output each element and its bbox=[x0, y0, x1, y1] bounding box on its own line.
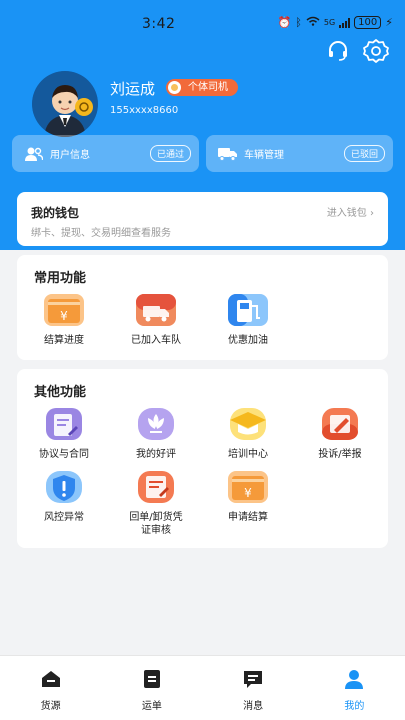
my-reviews-button[interactable]: 我的好评 bbox=[111, 406, 201, 461]
fuel-icon bbox=[226, 292, 270, 328]
user-info-card[interactable]: 用户信息 已通过 bbox=[12, 135, 199, 172]
svg-text:¥: ¥ bbox=[60, 309, 68, 323]
settlement-progress-label: 结算进度 bbox=[44, 335, 84, 346]
battery-level: 100 bbox=[354, 16, 382, 29]
wallet-card[interactable]: 我的钱包 绑卡、提现、交易明细查看服务 进入钱包 › bbox=[17, 192, 388, 246]
enter-wallet-label: 进入钱包 bbox=[326, 208, 367, 219]
discount-fuel-button[interactable]: 优惠加油 bbox=[203, 292, 293, 347]
shield-alert-icon bbox=[42, 469, 86, 505]
truck-icon bbox=[134, 292, 178, 328]
chevron-right-icon: › bbox=[370, 208, 374, 219]
avatar[interactable] bbox=[32, 71, 98, 137]
complaint-report-button[interactable]: 投诉/举报 bbox=[295, 406, 385, 461]
settlement-progress-button[interactable]: ¥ 结算进度 bbox=[19, 292, 109, 347]
user-phone: 155xxxx8660 bbox=[110, 105, 179, 116]
gear-icon[interactable] bbox=[363, 38, 389, 64]
risk-control-exception-label: 风控异常 bbox=[44, 512, 84, 523]
message-icon bbox=[242, 668, 264, 690]
vehicle-status: 已驳回 bbox=[343, 145, 385, 162]
bluetooth-icon: ᛒ bbox=[295, 16, 302, 29]
complaint-report-label: 投诉/举报 bbox=[318, 449, 362, 460]
tab-mine-label: 我的 bbox=[344, 701, 365, 712]
headset-icon[interactable] bbox=[325, 38, 351, 64]
receipt-icon bbox=[134, 469, 178, 505]
tab-cargo-source[interactable]: 货源 bbox=[0, 656, 101, 720]
status-time: 3:42 bbox=[142, 16, 176, 32]
graduation-cap-icon bbox=[226, 406, 270, 442]
training-center-button[interactable]: 培训中心 bbox=[203, 406, 293, 461]
common-functions-title: 常用功能 bbox=[34, 271, 87, 286]
tab-messages-label: 消息 bbox=[243, 701, 264, 712]
role-label: 个体司机 bbox=[188, 82, 228, 93]
flower-icon bbox=[134, 406, 178, 442]
apply-settlement-button[interactable]: ¥ 申请结算 bbox=[203, 469, 293, 524]
vehicle-management-card[interactable]: 车辆管理 已驳回 bbox=[206, 135, 393, 172]
discount-fuel-label: 优惠加油 bbox=[228, 335, 268, 346]
wifi-icon bbox=[306, 16, 320, 29]
tab-waybill[interactable]: 运单 bbox=[101, 656, 202, 720]
alarm-icon: ⏰ bbox=[277, 16, 292, 29]
tab-mine[interactable]: 我的 bbox=[304, 656, 405, 720]
risk-control-exception-button[interactable]: 风控异常 bbox=[19, 469, 109, 524]
receipt-unloading-review-label: 回单/卸货凭证审核 bbox=[129, 512, 183, 536]
status-icons: ⏰ ᛒ 5G 100 ⚡ bbox=[278, 16, 393, 29]
joined-fleet-label: 已加入车队 bbox=[131, 335, 181, 346]
contract-icon bbox=[42, 406, 86, 442]
tab-waybill-label: 运单 bbox=[141, 701, 162, 712]
my-reviews-label: 我的好评 bbox=[136, 449, 176, 460]
joined-fleet-button[interactable]: 已加入车队 bbox=[111, 292, 201, 347]
signal-icon bbox=[339, 17, 351, 28]
other-functions-title: 其他功能 bbox=[34, 385, 87, 400]
receipt-unloading-review-button[interactable]: 回单/卸货凭证审核 bbox=[111, 469, 201, 537]
badge-icon bbox=[168, 81, 181, 94]
enter-wallet-link[interactable]: 进入钱包 › bbox=[327, 204, 374, 219]
agreements-contracts-button[interactable]: 协议与合同 bbox=[19, 406, 109, 461]
profile-icon bbox=[343, 668, 365, 690]
settlement-icon: ¥ bbox=[42, 292, 86, 328]
user-info-status: 已通过 bbox=[149, 145, 191, 162]
agreements-contracts-label: 协议与合同 bbox=[39, 449, 89, 460]
wallet-subtitle: 绑卡、提现、交易明细查看服务 bbox=[31, 228, 171, 239]
vehicle-management-label: 车辆管理 bbox=[244, 150, 284, 161]
waybill-icon bbox=[141, 668, 163, 690]
user-info-label: 用户信息 bbox=[50, 150, 90, 161]
tab-cargo-source-label: 货源 bbox=[40, 701, 61, 712]
charging-icon: ⚡ bbox=[385, 16, 393, 29]
role-badge: 个体司机 bbox=[166, 79, 238, 96]
svg-text:¥: ¥ bbox=[244, 486, 252, 500]
user-name: 刘运成 bbox=[110, 80, 156, 98]
complaint-icon bbox=[318, 406, 362, 442]
other-functions-section: 其他功能 协议与合同 我的好评 培训中心 投诉/举报 风控异常 回单/卸货凭证审 bbox=[17, 369, 388, 548]
tab-bar: 货源 运单 消息 我的 bbox=[0, 655, 405, 720]
tab-messages[interactable]: 消息 bbox=[203, 656, 304, 720]
apply-settlement-label: 申请结算 bbox=[228, 512, 268, 523]
users-icon bbox=[24, 144, 44, 164]
settlement-icon: ¥ bbox=[226, 469, 270, 505]
wallet-title: 我的钱包 bbox=[31, 206, 80, 220]
truck-icon bbox=[218, 144, 238, 164]
common-functions-section: 常用功能 ¥ 结算进度 已加入车队 优惠加油 bbox=[17, 255, 388, 360]
network-type: 5G bbox=[323, 18, 336, 27]
home-icon bbox=[40, 668, 62, 690]
header-actions bbox=[325, 38, 389, 64]
training-center-label: 培训中心 bbox=[228, 449, 268, 460]
